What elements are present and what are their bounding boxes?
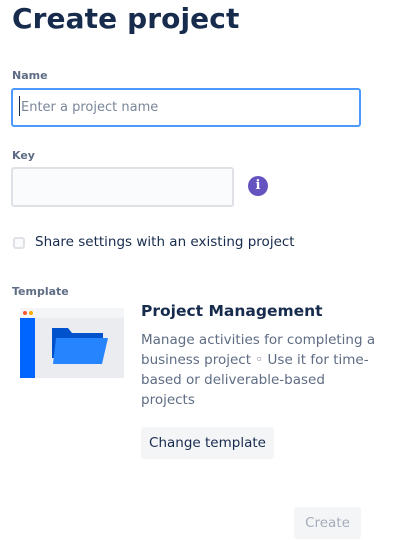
create-project-page: Create project Name Key i Share settings… bbox=[0, 0, 396, 540]
share-settings-checkbox[interactable] bbox=[13, 237, 25, 249]
project-name-input[interactable] bbox=[11, 88, 361, 127]
template-description: Manage activities for completing a busin… bbox=[141, 332, 376, 408]
template-label: Template bbox=[12, 285, 69, 298]
project-key-input[interactable] bbox=[11, 167, 234, 207]
info-icon[interactable]: i bbox=[248, 176, 268, 196]
template-folder-icon bbox=[20, 308, 124, 378]
key-label: Key bbox=[12, 149, 35, 162]
text-caret bbox=[19, 96, 20, 116]
create-button[interactable]: Create bbox=[294, 507, 361, 539]
change-template-button[interactable]: Change template bbox=[141, 427, 274, 459]
name-label: Name bbox=[12, 69, 48, 82]
template-name: Project Management bbox=[141, 302, 323, 320]
share-settings-label[interactable]: Share settings with an existing project bbox=[35, 234, 295, 250]
page-title: Create project bbox=[12, 2, 240, 35]
